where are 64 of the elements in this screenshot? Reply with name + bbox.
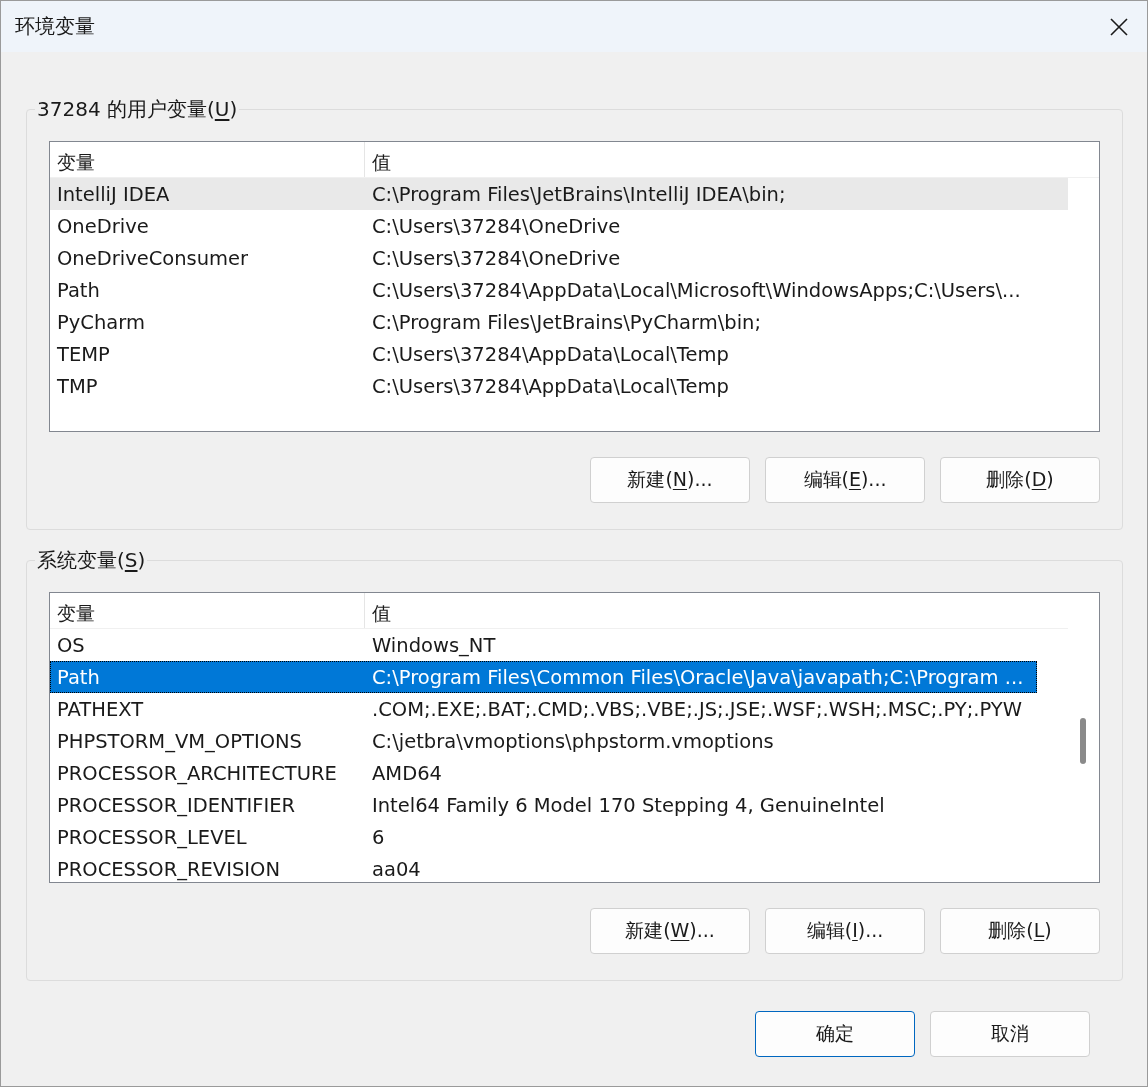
column-header[interactable]: 值	[365, 593, 398, 628]
delete-button[interactable]: 删除(D)	[940, 457, 1100, 503]
variable-value: C:\Program Files\JetBrains\IntelliJ IDEA\bin;	[371, 182, 787, 206]
variable-value: C:\Users\37284\AppData\Local\Temp	[371, 374, 730, 398]
variable-row[interactable]: OneDriveConsumer C:\Users\37284\OneDrive	[50, 242, 1068, 274]
variable-row[interactable]: IntelliJ IDEA C:\Program Files\JetBrains\IntelliJ IDEA\bin;	[50, 178, 1068, 210]
variable-name: PROCESSOR_LEVEL	[56, 825, 248, 849]
variable-row[interactable]: Path C:\Program Files\Common Files\Oracle\Java\javapath;C:\Program ...	[50, 661, 1037, 693]
variable-row[interactable]: PROCESSOR_ARCHITECTURE AMD64	[50, 757, 1037, 789]
new-button[interactable]: 新建(W)...	[590, 908, 750, 954]
variable-row[interactable]: OneDrive C:\Users\37284\OneDrive	[50, 210, 1068, 242]
variable-name: OneDriveConsumer	[56, 246, 250, 270]
variable-list[interactable]	[49, 141, 1100, 432]
variable-row[interactable]: Path C:\Users\37284\AppData\Local\Microsoft\WindowsApps;C:\Users\...	[50, 274, 1068, 306]
variable-value: C:\Users\37284\AppData\Local\Temp	[371, 342, 730, 366]
variable-name: PATHEXT	[56, 697, 145, 721]
column-header[interactable]: 变量	[50, 593, 365, 628]
variable-name: TEMP	[56, 342, 111, 366]
delete-button[interactable]: 删除(L)	[940, 908, 1100, 954]
variable-row[interactable]: TEMP C:\Users\37284\AppData\Local\Temp	[50, 338, 1068, 370]
variable-name: PHPSTORM_VM_OPTIONS	[56, 729, 303, 753]
variable-value: C:\Users\37284\AppData\Local\Microsoft\WindowsApps;C:\Users\...	[371, 278, 1022, 302]
variable-row[interactable]: OS Windows_NT	[50, 629, 1037, 661]
edit-button[interactable]: 编辑(I)...	[765, 908, 925, 954]
variable-value: C:\jetbra\vmoptions\phpstorm.vmoptions	[371, 729, 775, 753]
group-label: 37284 的用户变量(U)	[35, 96, 240, 123]
variable-row[interactable]: PATHEXT .COM;.EXE;.BAT;.CMD;.VBS;.VBE;.JS;.JSE;.WSF;.WSH;.MSC;.PY;.PYW	[50, 693, 1037, 725]
variable-name: IntelliJ IDEA	[56, 182, 171, 206]
variable-list[interactable]	[49, 592, 1100, 883]
variable-value: C:\Users\37284\OneDrive	[371, 214, 622, 238]
variable-value: Intel64 Family 6 Model 170 Stepping 4, GenuineIntel	[371, 793, 886, 817]
variable-row[interactable]: PROCESSOR_LEVEL 6	[50, 821, 1037, 853]
close-icon	[1110, 17, 1128, 36]
variable-name: Path	[56, 665, 101, 689]
variable-value: aa04	[371, 857, 422, 881]
variable-value: 6	[371, 825, 386, 849]
cancel-button[interactable]: 取消	[930, 1011, 1090, 1057]
variable-row[interactable]: PyCharm C:\Program Files\JetBrains\PyCharm\bin;	[50, 306, 1068, 338]
column-header[interactable]: 值	[365, 142, 398, 177]
ok-button[interactable]: 确定	[755, 1011, 915, 1057]
variable-name: PyCharm	[56, 310, 146, 334]
variable-name: OS	[56, 633, 86, 657]
variable-name: OneDrive	[56, 214, 150, 238]
variable-value: C:\Program Files\JetBrains\PyCharm\bin;	[371, 310, 763, 334]
scrollbar-thumb[interactable]	[1080, 718, 1086, 764]
variable-name: PROCESSOR_IDENTIFIER	[56, 793, 297, 817]
window-title: 环境变量	[15, 13, 95, 40]
variable-value: Windows_NT	[371, 633, 497, 657]
edit-button[interactable]: 编辑(E)...	[765, 457, 925, 503]
variable-value: C:\Users\37284\OneDrive	[371, 246, 622, 270]
variable-name: TMP	[56, 374, 99, 398]
variable-value: AMD64	[371, 761, 443, 785]
new-button[interactable]: 新建(N)...	[590, 457, 750, 503]
variable-row[interactable]: PHPSTORM_VM_OPTIONS C:\jetbra\vmoptions\phpstorm.vmoptions	[50, 725, 1037, 757]
column-header[interactable]: 变量	[50, 142, 365, 177]
variable-row[interactable]: PROCESSOR_IDENTIFIER Intel64 Family 6 Model 170 Stepping 4, GenuineIntel	[50, 789, 1037, 821]
variable-name: PROCESSOR_ARCHITECTURE	[56, 761, 338, 785]
variable-row[interactable]: TMP C:\Users\37284\AppData\Local\Temp	[50, 370, 1068, 402]
variable-name: PROCESSOR_REVISION	[56, 857, 282, 881]
variable-value: C:\Program Files\Common Files\Oracle\Java\javapath;C:\Program ...	[371, 665, 1025, 689]
group-label: 系统变量(S)	[35, 547, 148, 574]
variable-name: Path	[56, 278, 101, 302]
variable-value: .COM;.EXE;.BAT;.CMD;.VBS;.VBE;.JS;.JSE;.WSF;.WSH;.MSC;.PY;.PYW	[371, 697, 1023, 721]
variable-row[interactable]: PROCESSOR_REVISION aa04	[50, 853, 1037, 882]
